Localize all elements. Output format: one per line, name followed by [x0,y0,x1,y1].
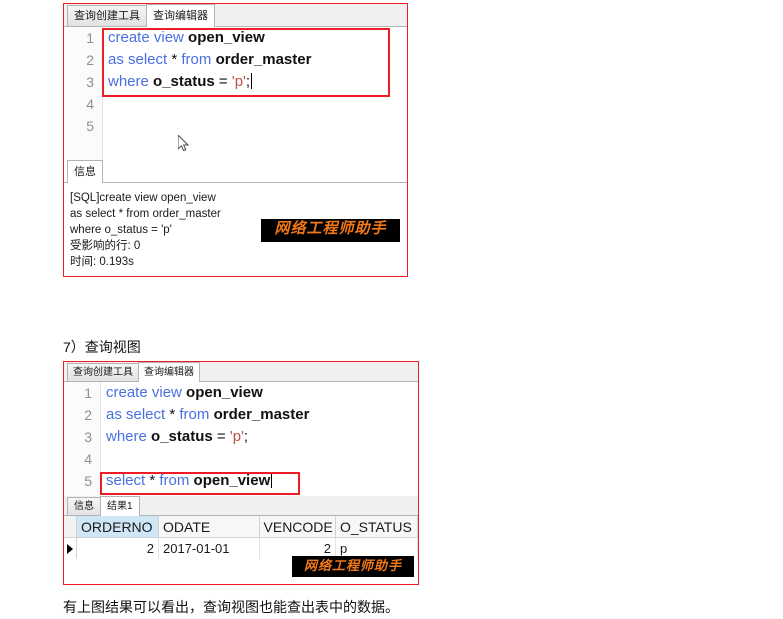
mouse-pointer-icon [178,135,190,152]
sql-code-editor-1[interactable]: 1 2 3 4 5 create view open_view as select… [64,27,407,160]
code-token: = [216,428,230,445]
tab-label: 结果1 [107,500,133,512]
code-line: create view open_view [106,382,418,404]
line-number: 2 [84,407,92,423]
code-token: = [218,73,232,90]
code-token: o_status [153,73,219,90]
output-tabstrip-1: 信息 [64,160,407,183]
code-line: where o_status = 'p'; [108,71,407,93]
code-text-area-1[interactable]: create view open_view as select * from or… [102,27,407,160]
tab-query-builder-1[interactable]: 查询创建工具 [67,5,147,26]
message-line: [SQL]create view open_view [70,192,216,204]
line-number: 3 [84,429,92,445]
text-caret [271,472,273,488]
cell-odate[interactable]: 2017-01-01 [159,538,260,559]
result-pane-2: 信息 结果1 ORDERNO ODATE VENCODE O_STATUS 2 … [64,496,418,584]
sql-code-editor-2[interactable]: 1 2 3 4 5 create view open_view as select… [64,382,418,496]
row-arrow-icon [67,543,73,554]
message-pane-1: 信息 [SQL]create view open_view as select … [64,160,407,276]
code-token: ; [243,428,249,445]
code-token: from [159,472,194,489]
editor-tabstrip-1: 查询创建工具 查询编辑器 [64,4,407,27]
line-number-gutter-2: 1 2 3 4 5 [64,382,101,496]
tab-label: 信息 [74,165,96,178]
code-token: * [149,472,160,489]
tab-label: 信息 [74,500,94,512]
result-grid[interactable]: ORDERNO ODATE VENCODE O_STATUS 2 2017-01… [64,516,418,559]
code-line: select * from open_view [106,470,418,492]
code-token: open_view [188,29,265,46]
code-token: create view [106,384,187,401]
tab-info-2[interactable]: 信息 [67,497,101,515]
line-number: 4 [86,96,94,112]
current-row-indicator [64,538,77,559]
watermark-badge-2: 网络工程师助手 [292,556,414,577]
code-text-area-2[interactable]: create view open_view as select * from or… [100,382,418,496]
code-token: create view [108,29,189,46]
line-number: 4 [84,451,92,467]
tab-info-1[interactable]: 信息 [67,160,103,183]
column-header-orderno[interactable]: ORDERNO [77,516,160,538]
code-line: as select * from order_master [108,49,407,71]
tab-label: 查询编辑器 [153,9,208,22]
code-token: 'p' [231,73,246,90]
code-token: open_view [186,384,263,401]
output-tabstrip-2: 信息 结果1 [64,496,418,516]
message-text-1: [SQL]create view open_view as select * f… [64,183,407,270]
sql-editor-window-2: 查询创建工具 查询编辑器 1 2 3 4 5 create view open_… [63,361,419,585]
column-header-vencode[interactable]: VENCODE [259,516,336,538]
code-token: where [106,428,152,445]
figure-caption: 有上图结果可以看出，查询视图也能查出表中的数据。 [63,599,399,615]
section-heading: 7）查询视图 [63,339,141,355]
tab-query-builder-2[interactable]: 查询创建工具 [67,363,139,381]
code-token: o_status [151,428,217,445]
line-number: 2 [86,52,94,68]
code-token: as select [108,51,172,68]
code-token: order_master [213,406,310,423]
code-token: order_master [215,51,312,68]
code-token: open_view [193,472,271,489]
result-grid-header-row: ORDERNO ODATE VENCODE O_STATUS [64,516,418,538]
code-token: 'p' [229,428,244,445]
code-line: create view open_view [108,27,407,49]
code-token: as select [106,406,170,423]
tab-label: 查询创建工具 [74,9,140,22]
column-header-odate[interactable]: ODATE [159,516,260,538]
tab-label: 查询编辑器 [144,366,194,378]
code-token: ; [245,73,251,90]
tab-query-editor-1[interactable]: 查询编辑器 [146,4,215,27]
sql-editor-window-1: 查询创建工具 查询编辑器 1 2 3 4 5 create view open_… [63,3,408,277]
editor-tabstrip-2: 查询创建工具 查询编辑器 [64,362,418,382]
code-token: from [181,51,216,68]
code-token: * [171,51,182,68]
line-number: 1 [86,30,94,46]
line-number: 1 [84,385,92,401]
line-number-gutter-1: 1 2 3 4 5 [64,27,103,160]
message-line: 时间: 0.193s [70,256,134,268]
row-marker-spacer [64,516,77,538]
code-token: select [106,472,150,489]
line-number: 3 [86,74,94,90]
tab-result1-2[interactable]: 结果1 [100,496,140,516]
line-number: 5 [86,118,94,134]
code-line: where o_status = 'p'; [106,426,418,448]
code-token: where [108,73,154,90]
column-header-o-status[interactable]: O_STATUS [335,516,418,538]
watermark-badge-1: 网络工程师助手 [261,219,400,242]
code-token: from [179,406,214,423]
line-number: 5 [84,473,92,489]
cell-orderno[interactable]: 2 [77,538,160,559]
tab-query-editor-2[interactable]: 查询编辑器 [138,362,200,382]
code-token: * [169,406,180,423]
tab-label: 查询创建工具 [73,366,133,378]
code-line: as select * from order_master [106,404,418,426]
text-caret [251,73,253,89]
